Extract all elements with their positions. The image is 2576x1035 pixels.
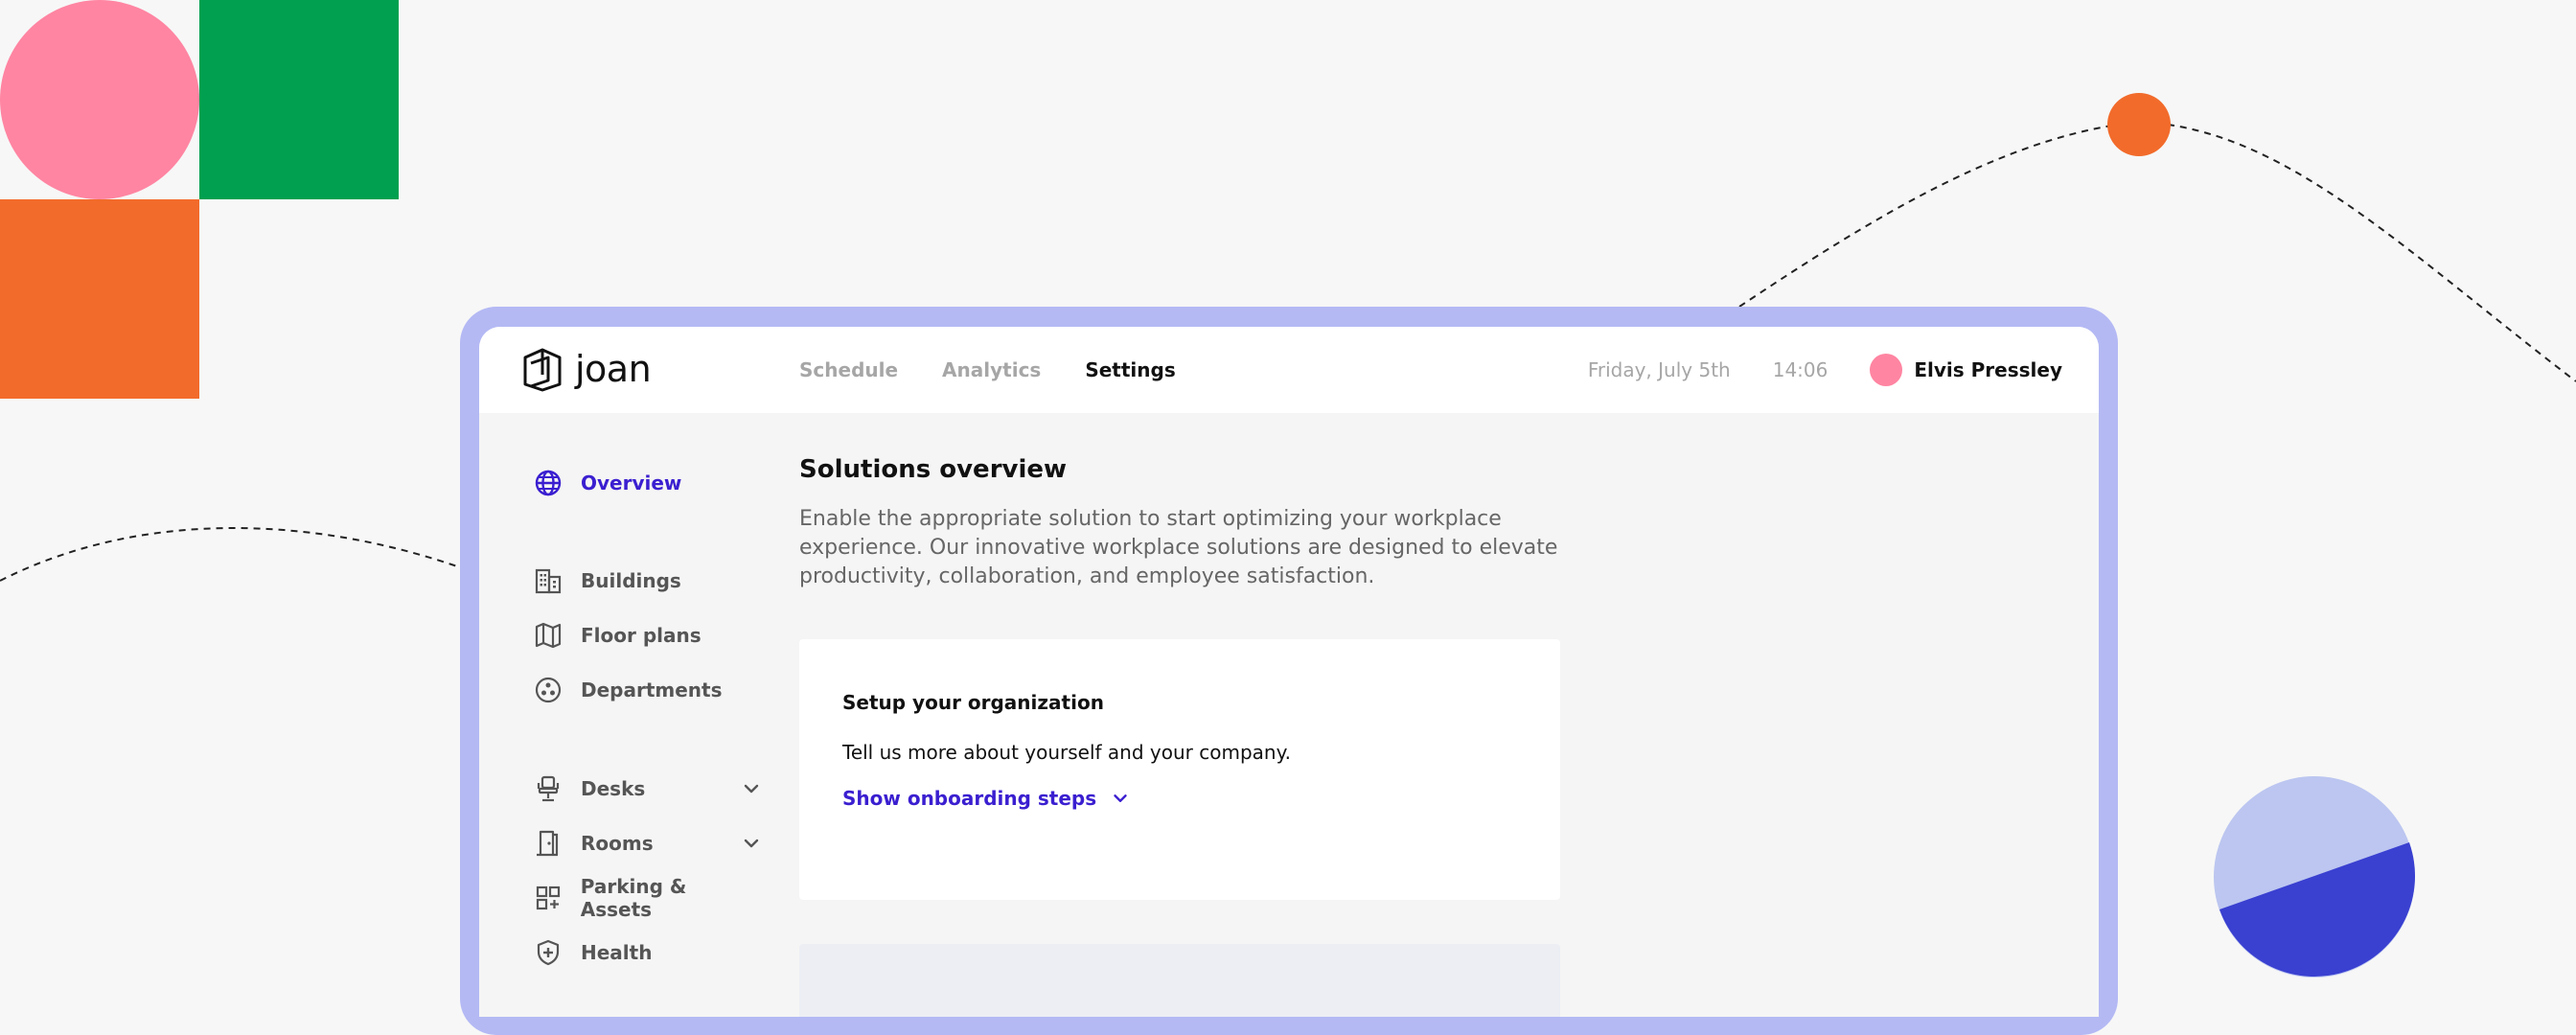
logo-text: joan bbox=[575, 348, 652, 390]
top-bar: joan Schedule Analytics Settings Friday,… bbox=[479, 327, 2099, 413]
grid-plus-icon bbox=[533, 883, 564, 913]
user-name[interactable]: Elvis Pressley bbox=[1914, 358, 2062, 381]
shield-icon bbox=[533, 937, 564, 968]
sidebar-item-health[interactable]: Health bbox=[533, 933, 763, 972]
sidebar-item-desks[interactable]: Desks bbox=[533, 770, 763, 808]
sidebar-item-label: Floor plans bbox=[581, 624, 702, 647]
joan-logo-icon bbox=[523, 348, 562, 392]
sidebar-item-departments[interactable]: Departments bbox=[533, 671, 763, 709]
page-description: Enable the appropriate solution to start… bbox=[799, 507, 1558, 588]
current-time: 14:06 bbox=[1772, 358, 1828, 381]
nav-analytics[interactable]: Analytics bbox=[942, 358, 1041, 381]
secondary-card bbox=[799, 944, 1560, 1017]
sidebar-item-label: Departments bbox=[581, 678, 723, 702]
building-icon bbox=[533, 565, 564, 596]
show-onboarding-steps-link[interactable]: Show onboarding steps bbox=[842, 787, 1131, 810]
header-right: Friday, July 5th 14:06 Elvis Pressley bbox=[1588, 327, 2062, 413]
nav-settings[interactable]: Settings bbox=[1085, 358, 1175, 381]
nav-schedule[interactable]: Schedule bbox=[799, 358, 898, 381]
sidebar-item-label: Rooms bbox=[581, 832, 654, 855]
avatar[interactable] bbox=[1870, 354, 1903, 386]
decor-orange-dot bbox=[2107, 93, 2171, 156]
sidebar-item-rooms[interactable]: Rooms bbox=[533, 824, 763, 862]
departments-icon bbox=[533, 675, 564, 705]
globe-icon bbox=[533, 468, 564, 498]
sidebar-item-label: Health bbox=[581, 941, 653, 964]
page-title: Solutions overview bbox=[799, 455, 1068, 484]
sidebar-item-label: Overview bbox=[581, 472, 682, 494]
current-date: Friday, July 5th bbox=[1587, 358, 1731, 381]
sidebar-item-parking-assets[interactable]: Parking & Assets bbox=[533, 875, 763, 921]
sidebar: Overview Buildings Floor plans Departmen… bbox=[479, 413, 799, 1017]
decor-pie bbox=[2214, 776, 2415, 978]
sidebar-item-overview[interactable]: Overview bbox=[533, 464, 763, 502]
main-nav: Schedule Analytics Settings bbox=[799, 327, 1220, 413]
chevron-down-icon[interactable] bbox=[740, 832, 763, 855]
logo[interactable]: joan bbox=[521, 346, 652, 392]
sidebar-item-floor-plans[interactable]: Floor plans bbox=[533, 616, 763, 655]
app-window: joan Schedule Analytics Settings Friday,… bbox=[479, 327, 2099, 1017]
chair-icon bbox=[533, 773, 564, 804]
card-text: Tell us more about yourself and your com… bbox=[842, 741, 1291, 764]
sidebar-item-label: Parking & Assets bbox=[580, 875, 687, 921]
link-label: Show onboarding steps bbox=[842, 787, 1097, 810]
card-title: Setup your organization bbox=[842, 691, 1104, 714]
sidebar-item-label: Desks bbox=[581, 777, 646, 800]
setup-organization-card: Setup your organization Tell us more abo… bbox=[799, 639, 1560, 900]
chevron-down-icon[interactable] bbox=[740, 777, 763, 800]
map-icon bbox=[533, 620, 564, 651]
sidebar-item-buildings[interactable]: Buildings bbox=[533, 562, 763, 600]
chevron-down-icon bbox=[1114, 794, 1127, 802]
door-icon bbox=[533, 828, 564, 859]
sidebar-item-label: Buildings bbox=[581, 569, 681, 592]
